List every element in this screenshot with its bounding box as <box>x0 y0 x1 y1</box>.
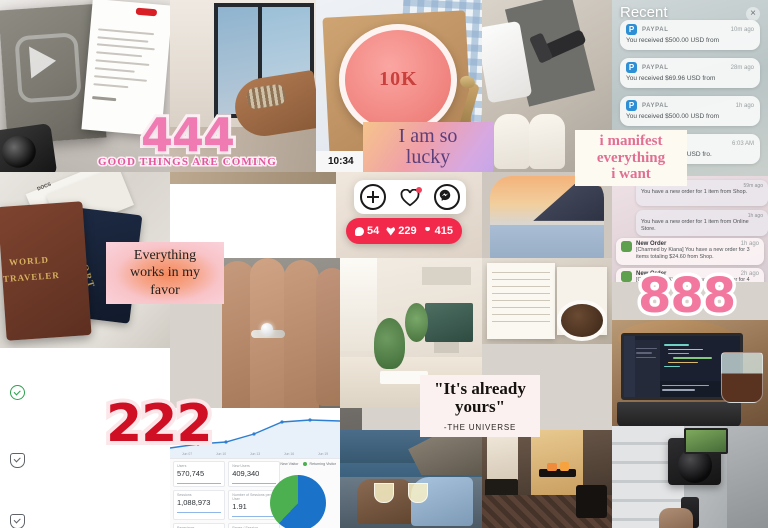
paypal-notification[interactable]: PAYPAL 1h ago You received $500.00 USD fro… <box>620 96 760 127</box>
shopify-order-notification[interactable]: New Order 1h ago [Charmed by Kiana] You ha… <box>616 238 764 265</box>
notifications-header: Recent <box>620 4 668 21</box>
legend-label: Returning Visitor <box>309 462 336 466</box>
notification-app: PAYPAL <box>642 102 669 109</box>
sticker-444: 444 GOOD THINGS ARE COMING <box>97 108 278 170</box>
sticker-favor-text: Everything works in my favor <box>130 247 200 298</box>
cake-10k: 10K <box>339 24 458 136</box>
axis-tick: Jun 13 <box>249 452 261 457</box>
legend-entry: Returning Visitor <box>303 462 336 466</box>
notification-body: You received $500.00 USD from <box>626 113 719 120</box>
instagram-counts-pill: 54 229 415 <box>346 218 462 244</box>
activity-count-comments: 54 <box>355 225 379 237</box>
metric-value: 409,340 <box>232 468 260 478</box>
plus-icon[interactable] <box>360 184 386 210</box>
paypal-notification[interactable]: PAYPAL 10m ago You received $500.00 USD fr… <box>620 20 760 51</box>
notification-body: You have a new order for 1 item from Sho… <box>641 189 748 195</box>
notification-app: PAYPAL <box>642 26 669 33</box>
laptop-keyboard <box>616 401 742 426</box>
notification-body: You received $69.96 USD from <box>626 75 716 82</box>
shopify-icon <box>621 241 632 252</box>
phone-time: 10:34 <box>328 156 354 167</box>
analytics-metric-card: Users 570,745 <box>173 460 226 487</box>
check-circle-icon <box>10 385 25 400</box>
messenger-icon[interactable] <box>434 184 460 210</box>
photo-hotel-balcony <box>482 430 612 528</box>
camera-prop <box>0 123 58 172</box>
notification-body: You have a new order for 1 item from Onl… <box>641 219 749 233</box>
order-body: [Charmed by Kiana] You have a new order … <box>636 247 750 260</box>
sticker-888: 888 <box>634 268 739 324</box>
metric-sparkline <box>232 512 277 517</box>
activity-count-followers: 415 <box>424 225 453 237</box>
metric-value: 570,745 <box>177 468 205 478</box>
metric-sparkline <box>177 508 222 513</box>
analytics-metric-card: Sessions 1,088,973 <box>173 489 226 520</box>
cake-label: 10K <box>379 68 418 91</box>
sticker-yours-attribution: -THE UNIVERSE <box>443 423 517 433</box>
activity-count-likes: 229 <box>386 225 417 237</box>
sticker-lucky-text: I am so lucky <box>398 125 458 168</box>
notification-body: You received $500.00 USD from <box>626 37 719 44</box>
sticker-everything-works-in-my-favor: Everything works in my favor <box>106 242 224 304</box>
notification-time: 10m ago <box>730 26 754 33</box>
shopify-notifications-panel[interactable]: 59m ago You have a new order for 1 item f… <box>612 176 768 282</box>
shopify-icon <box>621 271 632 282</box>
legend-swatch <box>303 462 308 466</box>
photo-canon-camera <box>612 426 768 528</box>
sticker-manifest-text: i manifest everything i want <box>596 132 666 183</box>
metric-value: 1,088,973 <box>177 497 211 507</box>
followers-icon <box>425 226 430 232</box>
sticker-i-manifest-everything: i manifest everything i want <box>575 130 687 186</box>
photo-journaling-coffee <box>482 258 612 344</box>
notification-dot <box>416 187 422 193</box>
paypal-notification[interactable]: PAYPAL 28m ago You received $69.96 USD fro… <box>620 58 760 89</box>
photo-cafe-coding <box>612 320 768 426</box>
metric-key: Users <box>177 463 187 468</box>
shopify-notification-faded[interactable]: 1h ago You have a new order for 1 item fr… <box>636 210 768 236</box>
shield-check-icon <box>10 453 25 469</box>
vision-board: 10K 10:34 Recent × PAYPAL 10m ago You rece… <box>0 0 768 528</box>
sticker-444-caption: GOOD THINGS ARE COMING <box>97 155 278 170</box>
legend-label: New Visitor <box>280 462 299 466</box>
instagram-activity-tile: 54 229 415 <box>336 172 482 258</box>
analytics-metric-card: New Users 409,340 <box>228 460 281 487</box>
sticker-yours-quote: "It's already yours" <box>434 378 526 416</box>
sticker-444-number: 444 <box>138 108 238 162</box>
iced-coffee <box>720 351 764 403</box>
shield-check-icon <box>10 513 25 528</box>
sticker-i-am-so-lucky: I am so lucky <box>363 122 493 172</box>
notification-app: PAYPAL <box>642 64 669 71</box>
photo-cliff-cheers <box>340 430 482 528</box>
paypal-icon <box>626 100 637 111</box>
notification-time: 6:03 AM <box>731 140 754 147</box>
comments-icon <box>355 226 364 236</box>
axis-tick: Jun 16 <box>283 452 295 457</box>
likes-icon <box>386 226 396 236</box>
paypal-icon <box>626 62 637 73</box>
analytics-metric-card: Pageviews3,296,253 <box>173 522 226 528</box>
heart-icon[interactable] <box>398 186 422 208</box>
sticker-its-already-yours: "It's already yours" -THE UNIVERSE <box>420 375 540 437</box>
sticker-222: 222 <box>102 394 217 454</box>
notification-time: 1h ago <box>735 102 754 109</box>
chart-legend: New Visitor Returning Visitor <box>274 462 336 466</box>
visitor-pie-chart <box>270 475 327 528</box>
metric-sparkline <box>177 479 222 484</box>
instagram-action-bar[interactable] <box>354 180 466 214</box>
metric-sparkline <box>232 479 277 484</box>
axis-tick: Jun 10 <box>215 452 227 457</box>
notification-time: 28m ago <box>730 64 754 71</box>
close-icon[interactable]: × <box>746 7 760 21</box>
metric-key: New Users <box>232 463 250 468</box>
metric-key: Sessions <box>177 492 192 497</box>
paypal-icon <box>626 24 637 35</box>
axis-tick: Jun 19 <box>317 452 329 457</box>
analytics-metric-card: Pages / Session3.03 <box>228 522 281 528</box>
